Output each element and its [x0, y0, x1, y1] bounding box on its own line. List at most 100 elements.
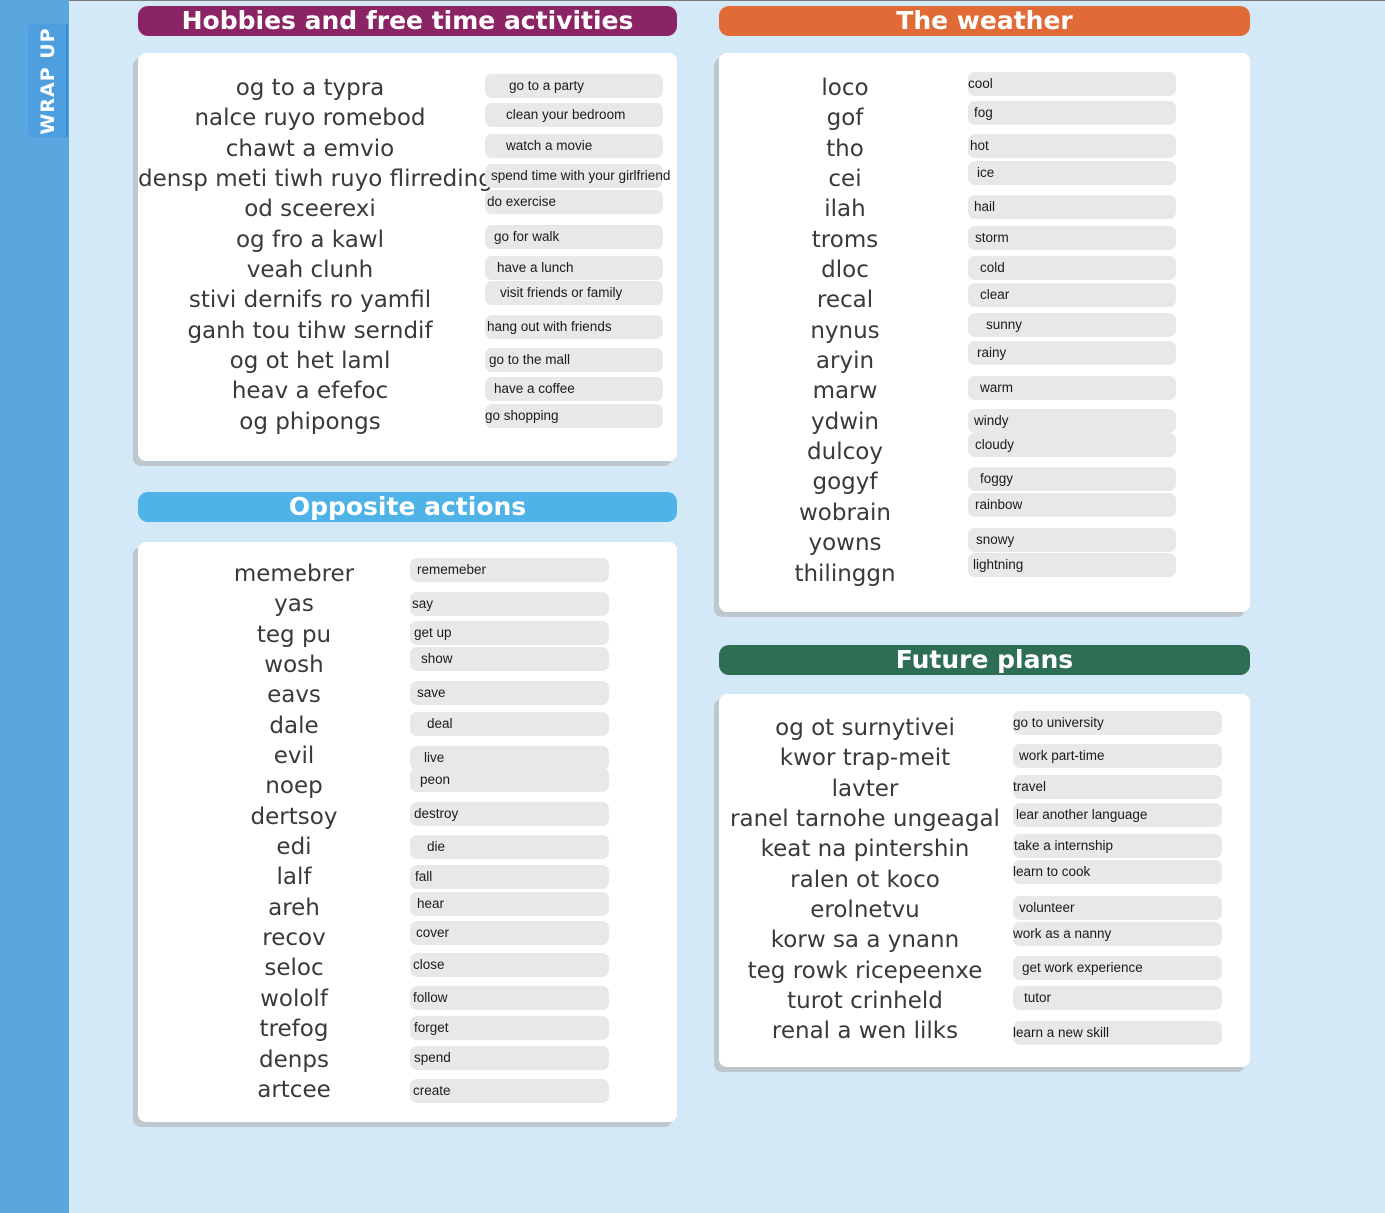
answer-field[interactable]: take a internship [1013, 834, 1222, 858]
left-sidebar [0, 0, 69, 1213]
answer-field[interactable]: work as a nanny [1013, 922, 1222, 946]
answer-field[interactable]: sunny [968, 313, 1176, 337]
answer-field[interactable]: create [410, 1079, 609, 1103]
scrambled-word: ralen ot koco [790, 866, 940, 893]
answer-field[interactable]: do exercise [485, 190, 663, 214]
scrambled-word: areh [268, 894, 320, 921]
answer-field[interactable]: say [410, 592, 609, 616]
answer-field[interactable]: hail [968, 195, 1176, 219]
scrambled-word: nalce ruyo romebod [194, 105, 426, 132]
answer-field[interactable]: clear [968, 283, 1176, 307]
answer-field[interactable]: cool [968, 72, 1176, 96]
scrambled-word: korw sa a ynann [770, 927, 960, 954]
scrambled-word: erolnetvu [810, 897, 920, 924]
answer-field[interactable]: get up [410, 621, 609, 645]
weather-header: The weather [719, 6, 1250, 36]
top-border [0, 0, 1385, 1]
answer-field[interactable]: go to university [1013, 711, 1222, 735]
scrambled-word: od sceerexi [244, 196, 376, 223]
answer-field[interactable]: go for walk [485, 225, 663, 249]
scrambled-word: dulcoy [807, 439, 883, 466]
answer-field[interactable]: destroy [410, 802, 609, 826]
hobbies-header: Hobbies and free time activities [138, 6, 677, 36]
answer-field[interactable]: rainbow [968, 493, 1176, 517]
scrambled-word: dloc [821, 257, 869, 284]
answer-field[interactable]: get work experience [1013, 956, 1222, 980]
answer-field[interactable]: follow [410, 986, 609, 1010]
answer-field[interactable]: go to the mall [485, 348, 663, 372]
answer-field[interactable]: live [410, 746, 609, 770]
opposite-header: Opposite actions [138, 492, 677, 522]
answer-field[interactable]: lightning [968, 553, 1176, 577]
scrambled-word: evil [273, 743, 315, 770]
answer-field[interactable]: storm [968, 226, 1176, 250]
answer-field[interactable]: learn to cook [1013, 860, 1222, 884]
scrambled-word: trefog [259, 1016, 329, 1043]
answer-field[interactable]: forget [410, 1016, 609, 1040]
scrambled-word: densp meti tiwh ruyo flirreding [138, 166, 493, 193]
scrambled-word: renal a wen lilks [771, 1018, 959, 1045]
scrambled-word: gof [826, 105, 864, 132]
answer-field[interactable]: cover [410, 921, 609, 945]
scrambled-word: recal [816, 287, 874, 314]
answer-field[interactable]: visit friends or family [485, 281, 663, 305]
answer-field[interactable]: clean your bedroom [485, 103, 663, 127]
answer-field[interactable]: cloudy [968, 433, 1176, 457]
answer-field[interactable]: go to a party [485, 74, 663, 98]
scrambled-word: lavter [831, 775, 899, 802]
answer-field[interactable]: travel [1013, 775, 1222, 799]
answer-field[interactable]: hot [968, 134, 1176, 158]
scrambled-word: ydwin [811, 408, 879, 435]
answer-field[interactable]: close [410, 953, 609, 977]
answer-field[interactable]: save [410, 681, 609, 705]
answer-field[interactable]: windy [968, 409, 1176, 433]
scrambled-word: ganh tou tihw serndif [187, 317, 433, 344]
answer-field[interactable]: have a lunch [485, 256, 663, 280]
answer-field[interactable]: lear another language [1013, 803, 1222, 827]
scrambled-word: noep [265, 773, 323, 800]
answer-field[interactable]: show [410, 647, 609, 671]
answer-field[interactable]: snowy [968, 528, 1176, 552]
answer-field[interactable]: volunteer [1013, 896, 1222, 920]
answer-field[interactable]: cold [968, 256, 1176, 280]
answer-field[interactable]: go shopping [485, 404, 663, 428]
answer-field[interactable]: hang out with friends [485, 315, 663, 339]
scrambled-word: teg pu [256, 621, 332, 648]
answer-field[interactable]: rememeber [410, 558, 609, 582]
scrambled-word: edi [276, 834, 312, 861]
answer-field[interactable]: die [410, 835, 609, 859]
wrap-up-tab[interactable]: WRAP UP [28, 24, 68, 137]
answer-field[interactable]: hear [410, 892, 609, 916]
answer-field[interactable]: have a coffee [485, 377, 663, 401]
answer-field[interactable]: peon [410, 768, 609, 792]
scrambled-word: og to a typra [235, 75, 385, 101]
scrambled-word: thilinggn [794, 560, 896, 587]
scrambled-word: og ot surnytivei [775, 715, 955, 741]
scrambled-word: yowns [808, 530, 882, 557]
scrambled-word: cei [828, 166, 862, 193]
scrambled-word: keat na pintershin [760, 836, 970, 863]
future-scrambled-list: og ot surnytivei kwor trap-meit lavter r… [724, 713, 1006, 1047]
scrambled-word: nynus [810, 317, 880, 344]
answer-field[interactable]: fall [410, 865, 609, 889]
answer-field[interactable]: fog [968, 101, 1176, 125]
answer-field[interactable]: work part-time [1013, 744, 1222, 768]
scrambled-word: loco [821, 75, 869, 101]
answer-field[interactable]: tutor [1013, 986, 1222, 1010]
answer-field[interactable]: watch a movie [485, 134, 663, 158]
answer-field[interactable]: deal [410, 712, 609, 736]
scrambled-word: wosh [264, 652, 324, 679]
scrambled-word: seloc [264, 955, 324, 982]
answer-field[interactable]: warm [968, 376, 1176, 400]
scrambled-word: heav a efefoc [231, 378, 389, 405]
answer-field[interactable]: spend time with your girlfriend [485, 164, 670, 188]
answer-field[interactable]: ice [968, 161, 1176, 185]
scrambled-word: yas [274, 591, 314, 618]
answer-field[interactable]: foggy [968, 467, 1176, 491]
scrambled-word: gogyf [812, 469, 878, 496]
answer-field[interactable]: rainy [968, 341, 1176, 365]
answer-field[interactable]: learn a new skill [1013, 1021, 1222, 1045]
scrambled-word: marw [812, 378, 878, 405]
answer-field[interactable]: spend [410, 1046, 609, 1070]
scrambled-word: memebrer [233, 561, 355, 587]
